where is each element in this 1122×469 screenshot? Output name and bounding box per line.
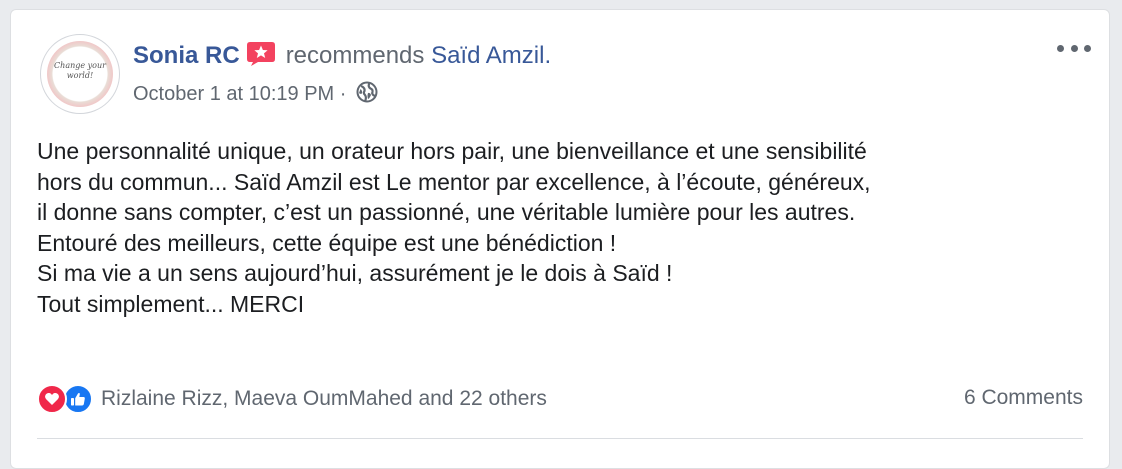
post-text-line: Tout simplement... MERCI xyxy=(37,290,305,317)
recommend-star-icon xyxy=(246,41,276,67)
post-card: Change your world! Sonia RC recommends S… xyxy=(10,9,1110,469)
reactions-summary[interactable]: Rizlaine Rizz, Maeva OumMahed and 22 oth… xyxy=(37,383,547,415)
post-text-line: Si ma vie a un sens aujourd’hui, assurém… xyxy=(37,260,673,286)
like-reaction-icon[interactable] xyxy=(63,384,93,414)
post-meta: October 1 at 10:19 PM · xyxy=(133,81,378,107)
more-dot xyxy=(1057,44,1064,52)
avatar-caption: Change your world! xyxy=(54,61,106,80)
reaction-names[interactable]: Rizlaine Rizz, Maeva OumMahed and 22 oth… xyxy=(101,387,547,411)
recommended-page-link[interactable]: Saïd Amzil. xyxy=(431,42,551,69)
globe-icon[interactable] xyxy=(356,81,378,103)
recommend-action: recommends xyxy=(285,42,425,69)
divider xyxy=(37,438,1083,439)
post-body: Une personnalité unique, un orateur hors… xyxy=(37,136,1097,319)
more-options-icon[interactable] xyxy=(1057,38,1091,58)
post-text-line: il donne sans compter, c’est un passionn… xyxy=(37,199,856,225)
more-dot xyxy=(1070,44,1078,52)
avatar[interactable]: Change your world! xyxy=(40,34,120,114)
post-header: Sonia RC recommends Saïd Amzil. xyxy=(133,41,551,71)
post-text-line: Entouré des meilleurs, cette équipe est … xyxy=(37,229,617,256)
more-dot xyxy=(1084,44,1091,52)
post-timestamp[interactable]: October 1 at 10:19 PM xyxy=(133,83,334,105)
author-name[interactable]: Sonia RC xyxy=(133,42,240,69)
post-text-line: Une personnalité unique, un orateur hors… xyxy=(37,138,867,164)
meta-separator: · xyxy=(339,83,347,105)
comments-count-link[interactable]: 6 Comments xyxy=(964,386,1083,410)
post-text-line: hors du commun... Saïd Amzil est Le ment… xyxy=(37,168,871,195)
love-reaction-icon[interactable] xyxy=(37,384,67,414)
